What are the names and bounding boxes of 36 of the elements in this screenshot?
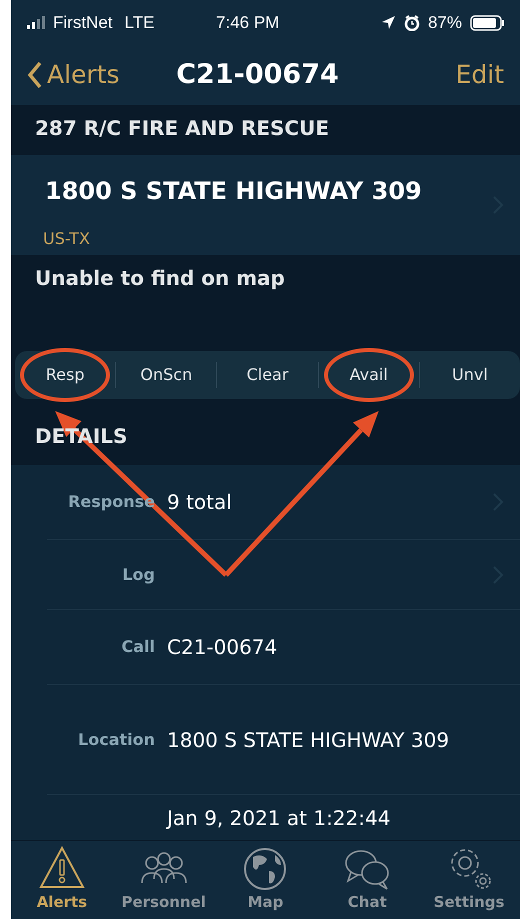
detail-row[interactable]: Log bbox=[47, 540, 520, 610]
detail-value: 1800 S STATE HIGHWAY 309 bbox=[167, 728, 450, 752]
detail-label: Location bbox=[78, 730, 155, 748]
status-button[interactable]: Unvl bbox=[420, 351, 520, 399]
detail-value: 9 total bbox=[167, 490, 232, 514]
status-time: 7:46 PM bbox=[216, 12, 280, 34]
battery-icon bbox=[470, 14, 504, 30]
tab-button[interactable]: Map bbox=[214, 841, 316, 919]
address-region: US-TX bbox=[42, 228, 91, 250]
status-button[interactable]: Clear bbox=[217, 351, 318, 399]
location-arrow-icon bbox=[380, 15, 396, 30]
chevron-left-icon bbox=[27, 61, 43, 89]
alarm-clock-icon bbox=[404, 14, 420, 30]
status-button[interactable]: OnScn bbox=[116, 351, 216, 399]
tab-button[interactable]: Personnel bbox=[112, 841, 215, 919]
screen-title: C21-00674 bbox=[176, 58, 339, 92]
warning-icon bbox=[38, 845, 86, 891]
tab-button[interactable]: Chat bbox=[316, 841, 418, 919]
detail-value: C21-00674 bbox=[167, 635, 278, 659]
address-street: 1800 S STATE HIGHWAY 309 bbox=[44, 176, 423, 207]
signal-icon bbox=[27, 16, 45, 29]
agency-name: 287 R/C FIRE AND RESCUE bbox=[35, 116, 330, 140]
detail-label: Call bbox=[121, 637, 155, 656]
address-card[interactable]: 1800 S STATE HIGHWAY 309 US-TX bbox=[11, 155, 520, 255]
edit-button[interactable]: Edit bbox=[456, 56, 504, 94]
battery-percent: 87% bbox=[428, 12, 462, 34]
status-button[interactable]: Resp bbox=[15, 351, 116, 399]
back-button[interactable]: Alerts bbox=[27, 56, 120, 94]
tab-button[interactable]: Settings bbox=[418, 841, 520, 919]
map-notice: Unable to find on map bbox=[35, 266, 285, 290]
detail-value: Jan 9, 2021 at 1:22:44 bbox=[167, 806, 390, 830]
detail-label: Log bbox=[122, 564, 155, 584]
network-type: LTE bbox=[124, 12, 154, 34]
carrier-name: FirstNet bbox=[53, 12, 112, 34]
tab-button[interactable]: Alerts bbox=[11, 841, 113, 919]
status-button[interactable]: Avail bbox=[318, 351, 419, 399]
